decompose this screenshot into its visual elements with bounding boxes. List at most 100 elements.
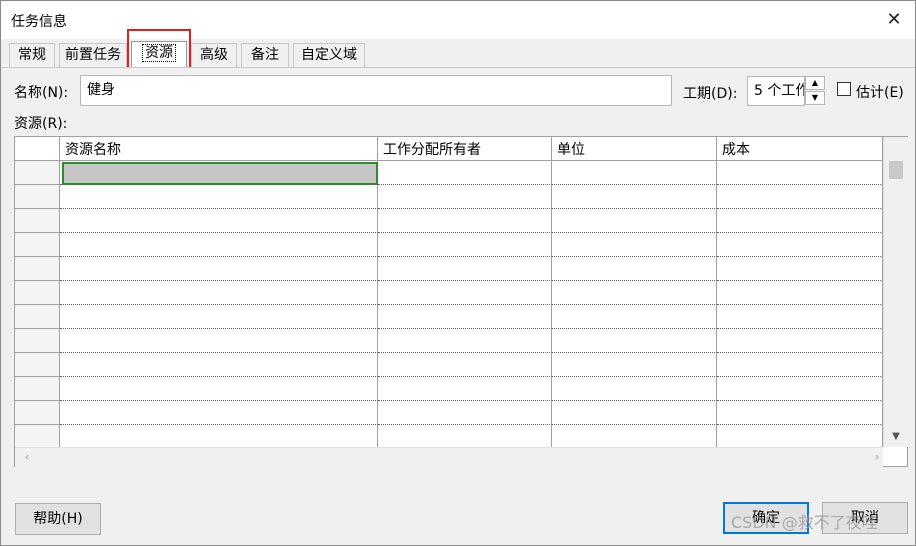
col-units[interactable]: 单位 [552, 137, 717, 161]
grid-cell[interactable] [552, 305, 717, 329]
estimate-label: 估计(E) [856, 85, 904, 101]
grid-cell[interactable] [717, 185, 883, 209]
grid-cell[interactable] [552, 257, 717, 281]
close-icon[interactable]: ✕ [881, 8, 907, 32]
tab-predecessors[interactable]: 前置任务 [59, 43, 127, 67]
grid-cell[interactable] [552, 329, 717, 353]
row-header[interactable] [15, 257, 60, 281]
table-row[interactable] [15, 353, 883, 377]
grid-cell[interactable] [60, 281, 378, 305]
selected-cell[interactable] [62, 162, 378, 185]
row-header[interactable] [15, 329, 60, 353]
tab-notes-label: 备注 [251, 47, 279, 63]
grid-cell[interactable] [717, 305, 883, 329]
grid-cell[interactable] [378, 209, 552, 233]
grid-cell[interactable] [717, 209, 883, 233]
grid-cell[interactable] [717, 425, 883, 449]
table-row[interactable] [15, 377, 883, 401]
help-button[interactable]: 帮助(H) [15, 503, 101, 535]
row-header[interactable] [15, 377, 60, 401]
scroll-thumb[interactable] [889, 161, 903, 179]
grid-cell[interactable] [552, 377, 717, 401]
grid-cell[interactable] [378, 185, 552, 209]
row-header[interactable] [15, 425, 60, 449]
grid-cell[interactable] [378, 281, 552, 305]
grid-corner[interactable] [15, 137, 60, 161]
name-input[interactable]: 健身 [80, 75, 672, 106]
spin-up-icon[interactable]: ▲ [805, 76, 825, 90]
vertical-scrollbar[interactable]: ▼ [883, 137, 908, 447]
grid-cell[interactable] [60, 401, 378, 425]
grid-cell[interactable] [60, 329, 378, 353]
table-row[interactable] [15, 401, 883, 425]
grid-cell[interactable] [60, 209, 378, 233]
table-row[interactable] [15, 329, 883, 353]
grid-cell[interactable] [60, 305, 378, 329]
duration-stepper[interactable]: ▲ ▼ [805, 76, 825, 106]
grid-cell[interactable] [378, 377, 552, 401]
duration-input[interactable]: 5 个工作日 [747, 76, 805, 106]
row-header[interactable] [15, 281, 60, 305]
row-header[interactable] [15, 401, 60, 425]
tab-advanced-label: 高级 [200, 47, 228, 63]
scroll-left-icon[interactable]: ‹ [17, 448, 37, 467]
tab-custom-fields-label: 自定义域 [301, 47, 357, 63]
tab-custom-fields[interactable]: 自定义域 [293, 43, 365, 67]
grid-cell[interactable] [60, 185, 378, 209]
scroll-right-icon[interactable]: › [867, 448, 887, 467]
tab-advanced[interactable]: 高级 [191, 43, 237, 67]
row-header[interactable] [15, 233, 60, 257]
grid-cell[interactable] [717, 377, 883, 401]
row-header[interactable] [15, 353, 60, 377]
scroll-down-icon[interactable]: ▼ [884, 427, 908, 447]
grid-cell[interactable] [378, 257, 552, 281]
grid-cell[interactable] [717, 281, 883, 305]
grid-cell[interactable] [552, 209, 717, 233]
row-header[interactable] [15, 161, 60, 185]
col-assignment-owner[interactable]: 工作分配所有者 [378, 137, 552, 161]
horizontal-scrollbar[interactable]: ‹ › [15, 447, 883, 467]
grid-cell[interactable] [378, 233, 552, 257]
col-resource-name[interactable]: 资源名称 [60, 137, 378, 161]
table-row[interactable] [15, 209, 883, 233]
grid-cell[interactable] [717, 401, 883, 425]
tab-general[interactable]: 常规 [9, 43, 55, 67]
table-row[interactable] [15, 257, 883, 281]
row-header[interactable] [15, 185, 60, 209]
grid-cell[interactable] [552, 233, 717, 257]
grid-cell[interactable] [717, 329, 883, 353]
grid-cell[interactable] [717, 353, 883, 377]
grid-cell[interactable] [60, 233, 378, 257]
grid-cell[interactable] [552, 401, 717, 425]
grid-cell[interactable] [378, 329, 552, 353]
table-row[interactable] [15, 185, 883, 209]
grid-cell[interactable] [378, 305, 552, 329]
grid-cell[interactable] [717, 257, 883, 281]
resource-grid: 资源名称 工作分配所有者 单位 成本 ▼ ‹ › [14, 136, 908, 467]
col-cost[interactable]: 成本 [717, 137, 883, 161]
grid-cell[interactable] [717, 233, 883, 257]
table-row[interactable] [15, 281, 883, 305]
grid-cell[interactable] [717, 161, 883, 185]
grid-cell[interactable] [552, 353, 717, 377]
grid-cell[interactable] [60, 425, 378, 449]
grid-cell[interactable] [60, 257, 378, 281]
grid-cell[interactable] [378, 353, 552, 377]
row-header[interactable] [15, 305, 60, 329]
estimate-checkbox[interactable] [837, 82, 851, 96]
grid-cell[interactable] [378, 425, 552, 449]
tab-notes[interactable]: 备注 [241, 43, 289, 67]
grid-cell[interactable] [60, 353, 378, 377]
grid-cell[interactable] [60, 377, 378, 401]
grid-cell[interactable] [552, 161, 717, 185]
row-header[interactable] [15, 209, 60, 233]
spin-down-icon[interactable]: ▼ [805, 91, 825, 105]
table-row[interactable] [15, 425, 883, 449]
grid-cell[interactable] [378, 401, 552, 425]
table-row[interactable] [15, 233, 883, 257]
table-row[interactable] [15, 305, 883, 329]
grid-cell[interactable] [552, 281, 717, 305]
grid-cell[interactable] [552, 185, 717, 209]
grid-cell[interactable] [552, 425, 717, 449]
grid-cell[interactable] [378, 161, 552, 185]
